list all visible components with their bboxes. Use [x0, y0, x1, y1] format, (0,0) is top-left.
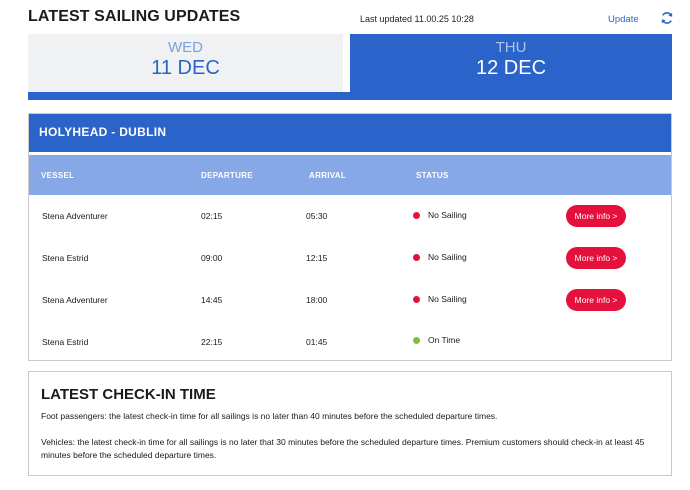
status-cell: On Time — [428, 335, 461, 345]
checkin-foot-text: Foot passengers: the latest check-in tim… — [41, 411, 498, 421]
route-panel: HOLYHEAD - DUBLIN VESSEL DEPARTURE ARRIV… — [28, 113, 672, 361]
arrival-cell: 18:00 — [306, 295, 328, 305]
status-dot-icon — [413, 296, 420, 303]
tab-thu[interactable]: THU 12 DEC — [350, 34, 672, 100]
departure-cell: 22:15 — [201, 337, 223, 347]
table-row: Stena Adventurer 02:15 05:30 No Sailing … — [29, 195, 671, 237]
more-info-button[interactable]: More info > — [566, 247, 626, 269]
column-header-status: STATUS — [416, 171, 449, 180]
status-cell: No Sailing — [428, 294, 467, 304]
tab-day-name: WED — [168, 39, 203, 56]
vessel-cell: Stena Adventurer — [42, 211, 108, 221]
route-title: HOLYHEAD - DUBLIN — [39, 125, 167, 139]
table-row: Stena Adventurer 14:45 18:00 No Sailing … — [29, 279, 671, 321]
page-title: LATEST SAILING UPDATES — [28, 8, 241, 25]
tab-date: 11 DEC — [151, 57, 220, 79]
update-link[interactable]: Update — [608, 14, 639, 25]
table-row: Stena Estrid 22:15 01:45 On Time — [29, 321, 671, 363]
status-cell: No Sailing — [428, 210, 467, 220]
vessel-cell: Stena Estrid — [42, 337, 89, 347]
arrival-cell: 05:30 — [306, 211, 328, 221]
checkin-vehicles-text: Vehicles: the latest check-in time for a… — [41, 437, 645, 460]
departure-cell: 02:15 — [201, 211, 223, 221]
vessel-cell: Stena Estrid — [42, 253, 89, 263]
tab-day-name: THU — [495, 39, 527, 56]
route-header: HOLYHEAD - DUBLIN — [29, 114, 671, 152]
more-info-button[interactable]: More info > — [566, 289, 626, 311]
status-dot-icon — [413, 254, 420, 261]
tab-date: 12 DEC — [475, 57, 547, 79]
column-header-vessel: VESSEL — [41, 171, 75, 180]
column-header-arrival: ARRIVAL — [309, 171, 347, 180]
status-dot-icon — [413, 337, 420, 344]
tab-wed[interactable]: WED 11 DEC — [28, 34, 343, 92]
checkin-title: LATEST CHECK-IN TIME — [41, 386, 216, 403]
column-header-departure: DEPARTURE — [201, 171, 253, 180]
status-dot-icon — [413, 212, 420, 219]
arrival-cell: 12:15 — [306, 253, 328, 263]
page-header: LATEST SAILING UPDATES Last updated 11.0… — [0, 0, 690, 34]
checkin-panel: LATEST CHECK-IN TIME Foot passengers: th… — [28, 371, 672, 476]
arrival-cell: 01:45 — [306, 337, 328, 347]
table-row: Stena Estrid 09:00 12:15 No Sailing More… — [29, 237, 671, 279]
more-info-button[interactable]: More info > — [566, 205, 626, 227]
table-header: VESSEL DEPARTURE ARRIVAL STATUS — [29, 155, 671, 195]
last-updated-text: Last updated 11.00.25 10:28 — [360, 14, 474, 24]
vessel-cell: Stena Adventurer — [42, 295, 108, 305]
status-cell: No Sailing — [428, 252, 467, 262]
departure-cell: 14:45 — [201, 295, 223, 305]
departure-cell: 09:00 — [201, 253, 223, 263]
day-tabs: WED 11 DEC THU 12 DEC — [28, 34, 672, 100]
refresh-icon[interactable] — [660, 11, 674, 25]
